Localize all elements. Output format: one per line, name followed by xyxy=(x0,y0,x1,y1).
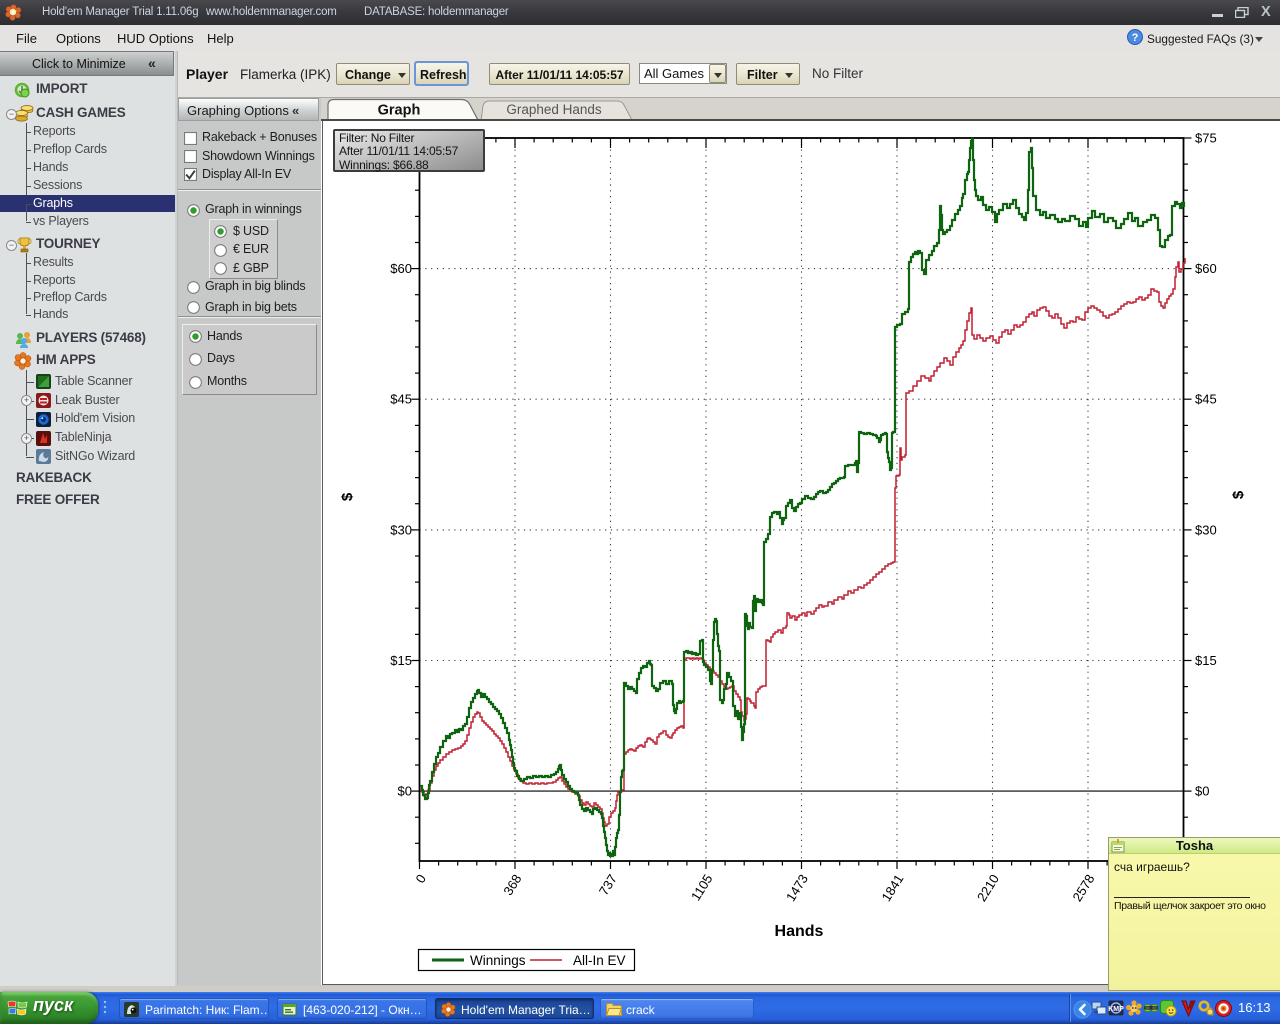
svg-text:$30: $30 xyxy=(1195,522,1217,537)
svg-text:$15: $15 xyxy=(390,653,412,668)
svg-text:$: $ xyxy=(1230,490,1247,499)
svg-text:Graphed Hands: Graphed Hands xyxy=(506,102,602,117)
svg-text:$45: $45 xyxy=(390,392,412,407)
svg-text:?: ? xyxy=(1132,32,1139,44)
svg-text:$15: $15 xyxy=(1195,653,1217,668)
svg-text:$45: $45 xyxy=(1195,392,1217,407)
svg-text:$60: $60 xyxy=(1195,261,1217,276)
svg-text:$0: $0 xyxy=(1195,784,1209,799)
svg-text:$: $ xyxy=(339,492,356,501)
svg-text:KMP: KMP xyxy=(1108,1006,1124,1013)
svg-text:Hands: Hands xyxy=(775,923,824,940)
svg-text:$30: $30 xyxy=(390,522,412,537)
svg-text:$0: $0 xyxy=(398,784,412,799)
svg-text:Winnings: Winnings xyxy=(470,953,526,968)
svg-text:All-In EV: All-In EV xyxy=(573,953,626,968)
svg-text:Graph: Graph xyxy=(378,103,421,119)
svg-text:$60: $60 xyxy=(390,261,412,276)
svg-text:$75: $75 xyxy=(1195,131,1217,146)
